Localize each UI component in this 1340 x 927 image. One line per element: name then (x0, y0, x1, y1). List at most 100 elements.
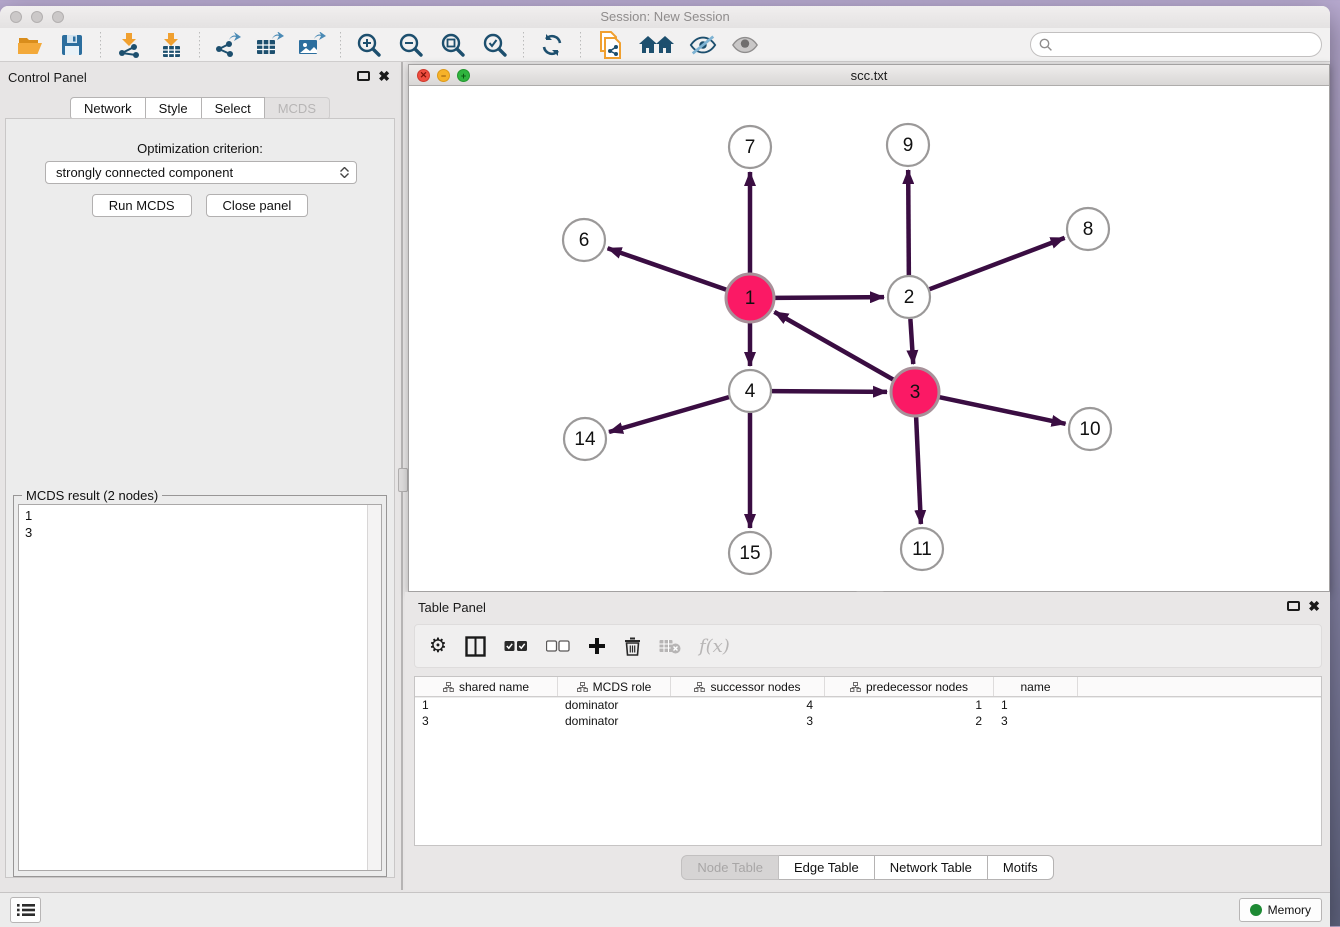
table-cell[interactable]: 3 (415, 713, 558, 729)
edge-1-to-6[interactable] (608, 248, 727, 290)
network-window-titlebar: ✕ − + scc.txt (409, 65, 1329, 86)
table-tab-network-table[interactable]: Network Table (875, 855, 988, 880)
show-all-icon[interactable] (731, 32, 759, 58)
edge-4-to-3[interactable] (772, 391, 887, 392)
refresh-view-icon[interactable] (538, 32, 566, 58)
delete-column-trash-icon[interactable] (624, 636, 641, 656)
column-header-label: name (1020, 680, 1050, 694)
table-cell[interactable]: 2 (825, 713, 994, 729)
table-cell[interactable]: 1 (415, 697, 558, 713)
edge-2-to-3[interactable] (910, 319, 913, 364)
save-session-icon[interactable] (58, 32, 86, 58)
open-file-icon[interactable] (16, 32, 44, 58)
toolbar-separator (199, 32, 200, 58)
network-canvas[interactable]: 7 9 6 8 1 2 4 3 14 10 15 11 (409, 86, 1329, 591)
graph-node-6[interactable]: 6 (563, 219, 605, 261)
column-header-name[interactable]: name (994, 677, 1078, 696)
edge-2-to-8[interactable] (930, 238, 1065, 289)
graph-node-14[interactable]: 14 (564, 418, 606, 460)
close-panel-button[interactable]: Close panel (206, 194, 309, 217)
column-header-mcds-role[interactable]: MCDS role (558, 677, 671, 696)
table-panel: Table Panel ✖ ⚙ f(x) (405, 592, 1330, 890)
run-mcds-button[interactable]: Run MCDS (92, 194, 192, 217)
panel-divider-handle[interactable] (398, 468, 408, 492)
table-panel-close-icon[interactable]: ✖ (1308, 600, 1320, 612)
search-input[interactable] (1030, 32, 1322, 57)
edge-3-to-10[interactable] (939, 397, 1065, 424)
edge-4-to-14[interactable] (609, 397, 729, 432)
zoom-out-icon[interactable] (397, 32, 425, 58)
titlebar: Session: New Session (0, 6, 1330, 29)
table-cell[interactable]: dominator (558, 713, 671, 729)
table-row[interactable]: 1dominator411 (415, 697, 1321, 713)
graph-node-10[interactable]: 10 (1069, 408, 1111, 450)
export-table-icon[interactable] (256, 32, 284, 58)
status-bar: Memory (0, 892, 1330, 927)
delete-table-icon[interactable] (659, 638, 681, 654)
toolbar (0, 28, 1330, 62)
table-cell[interactable]: dominator (558, 697, 671, 713)
criterion-select[interactable]: strongly connected component (45, 161, 357, 184)
zoom-fit-icon[interactable] (439, 32, 467, 58)
zoom-in-icon[interactable] (355, 32, 383, 58)
task-history-list-icon[interactable] (10, 897, 41, 923)
edge-2-to-9[interactable] (908, 170, 909, 275)
memory-button[interactable]: Memory (1239, 898, 1322, 922)
graph-node-1[interactable]: 1 (726, 274, 774, 322)
import-table-icon[interactable] (157, 32, 185, 58)
table-settings-gear-icon[interactable]: ⚙ (429, 636, 447, 656)
tab-mcds[interactable]: MCDS (265, 97, 330, 120)
graph-node-7[interactable]: 7 (729, 126, 771, 168)
unselect-all-columns-icon[interactable] (546, 640, 570, 652)
tab-network[interactable]: Network (70, 97, 146, 120)
optimization-criterion-label: Optimization criterion: (6, 141, 394, 156)
svg-text:10: 10 (1079, 419, 1100, 440)
copy-current-view-icon[interactable] (595, 32, 623, 58)
export-network-icon[interactable] (214, 32, 242, 58)
mcds-result-title: MCDS result (2 nodes) (22, 488, 162, 503)
show-columns-icon[interactable] (465, 636, 486, 657)
svg-text:15: 15 (739, 543, 760, 564)
graph-node-8[interactable]: 8 (1067, 208, 1109, 250)
control-panel-float-icon[interactable] (357, 71, 370, 81)
function-builder-icon[interactable]: f(x) (699, 636, 730, 657)
edge-1-to-2[interactable] (775, 297, 884, 298)
result-scrollbar[interactable] (367, 505, 381, 870)
edge-3-to-11[interactable] (916, 417, 921, 524)
graph-node-4[interactable]: 4 (729, 370, 771, 412)
table-cell[interactable]: 3 (671, 713, 825, 729)
memory-label: Memory (1268, 903, 1311, 917)
graph-node-2[interactable]: 2 (888, 276, 930, 318)
column-header-successor-nodes[interactable]: successor nodes (671, 677, 825, 696)
table-row[interactable]: 3dominator323 (415, 713, 1321, 729)
apply-layout-icon[interactable] (637, 32, 675, 58)
table-panel-float-icon[interactable] (1287, 601, 1300, 611)
table-cell[interactable]: 3 (994, 713, 1078, 729)
svg-text:3: 3 (910, 382, 921, 403)
control-panel-title: Control Panel (8, 70, 87, 85)
graph-node-11[interactable]: 11 (901, 528, 943, 570)
table-tab-edge-table[interactable]: Edge Table (779, 855, 875, 880)
zoom-selected-icon[interactable] (481, 32, 509, 58)
table-cell[interactable]: 1 (825, 697, 994, 713)
create-column-plus-icon[interactable] (588, 637, 606, 655)
network-window-title: scc.txt (409, 68, 1329, 83)
table-cell[interactable]: 1 (994, 697, 1078, 713)
column-header-shared-name[interactable]: shared name (415, 677, 558, 696)
table-tab-node-table[interactable]: Node Table (681, 855, 779, 880)
edge-3-to-1[interactable] (774, 312, 893, 380)
tree-sort-icon (850, 682, 861, 692)
graph-node-15[interactable]: 15 (729, 532, 771, 574)
table-cell[interactable]: 4 (671, 697, 825, 713)
table-tab-motifs[interactable]: Motifs (988, 855, 1054, 880)
column-header-predecessor-nodes[interactable]: predecessor nodes (825, 677, 994, 696)
export-image-icon[interactable] (298, 32, 326, 58)
import-network-icon[interactable] (115, 32, 143, 58)
select-all-columns-icon[interactable] (504, 640, 528, 652)
graph-node-3[interactable]: 3 (891, 368, 939, 416)
hide-selected-icon[interactable] (689, 32, 717, 58)
control-panel-close-icon[interactable]: ✖ (378, 70, 390, 82)
tab-select[interactable]: Select (202, 97, 265, 120)
graph-node-9[interactable]: 9 (887, 124, 929, 166)
tab-style[interactable]: Style (146, 97, 202, 120)
